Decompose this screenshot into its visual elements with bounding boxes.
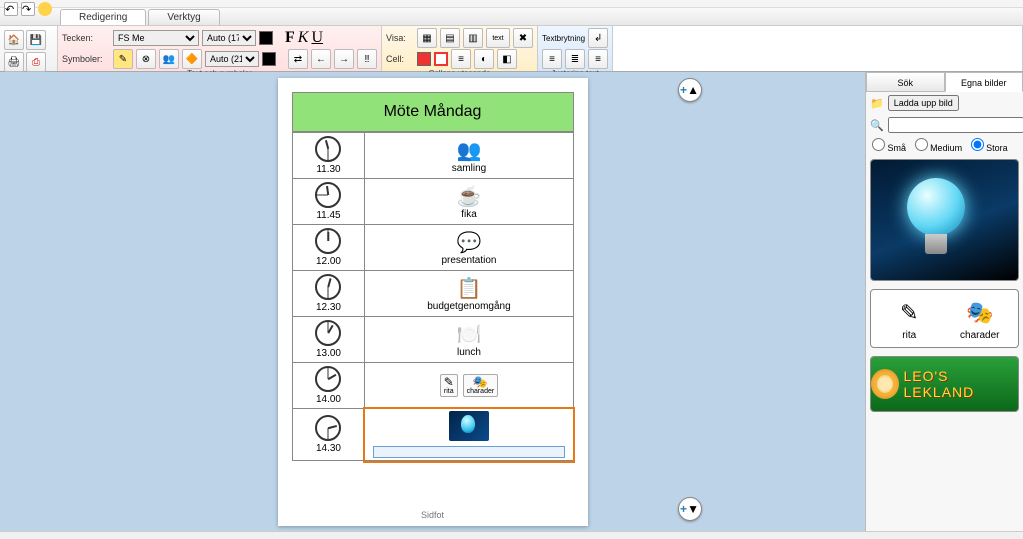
charader-icon: 🎭: [948, 296, 1013, 330]
add-row-bottom-button[interactable]: +▼: [678, 497, 702, 521]
table-row: 14.00 ✎rita 🎭charader: [292, 363, 573, 409]
save-icon[interactable]: 💾: [26, 30, 46, 50]
clock-icon: [315, 274, 341, 300]
budget-icon: 📋: [367, 276, 570, 301]
italic-button[interactable]: K: [298, 29, 309, 47]
cell-label: Cell:: [386, 54, 414, 64]
size-medium-radio[interactable]: [915, 138, 928, 151]
sym-btn-2[interactable]: ⊗: [136, 49, 156, 69]
presentation-icon: 💬: [367, 230, 570, 255]
format-icon[interactable]: ‼: [357, 49, 377, 69]
fika-icon: ☕: [367, 184, 570, 209]
cell-shape-icon[interactable]: ◐: [474, 49, 494, 69]
image-card-lekland[interactable]: LEO'S LEKLAND: [870, 356, 1019, 412]
visa-text-icon[interactable]: text: [486, 28, 510, 48]
add-row-top-button[interactable]: +▲: [678, 78, 702, 102]
status-bar: [0, 531, 1023, 539]
clock-icon: [315, 366, 341, 392]
bold-button[interactable]: F: [285, 29, 295, 47]
clock-icon: [315, 415, 341, 441]
ribbon: 🏠 💾 🖨 ⎙ 📄 Arkiv Tecken: FS Me Auto (17) …: [0, 26, 1023, 72]
size-radio-group: Små Medium Stora: [866, 136, 1023, 155]
symsize-select[interactable]: Auto (21): [205, 51, 259, 67]
workspace-canvas[interactable]: Möte Måndag 11.30👥samling 11.45☕fika 12.…: [0, 72, 865, 531]
page-title[interactable]: Möte Måndag: [292, 92, 574, 132]
arrow-left-icon[interactable]: ←: [311, 49, 331, 69]
tab-verktyg[interactable]: Verktyg: [148, 9, 219, 25]
lunch-icon: 🍽️: [367, 322, 570, 347]
align-left-icon[interactable]: ≡: [542, 49, 562, 69]
cell-text-input[interactable]: [373, 446, 564, 458]
visa-2-icon[interactable]: ▤: [440, 28, 460, 48]
sym-btn-1[interactable]: ✎: [113, 49, 133, 69]
document-page[interactable]: Möte Måndag 11.30👥samling 11.45☕fika 12.…: [278, 78, 588, 526]
print-icon[interactable]: 🖨: [4, 52, 24, 72]
align-center-icon[interactable]: ≣: [565, 49, 585, 69]
size-small-radio[interactable]: [872, 138, 885, 151]
textwrap-icon[interactable]: ↲: [588, 28, 608, 48]
lion-icon: [871, 369, 899, 399]
cell-fill-swatch[interactable]: [417, 52, 431, 66]
tecken-label: Tecken:: [62, 33, 110, 43]
chip-rita: ✎rita: [440, 374, 458, 397]
info-icon[interactable]: [38, 2, 52, 16]
cell-border-style-icon[interactable]: ≡: [451, 49, 471, 69]
chip-charader: 🎭charader: [463, 374, 499, 397]
cell-effect-icon[interactable]: ◧: [497, 49, 517, 69]
rita-icon: ✎: [877, 296, 942, 330]
visa-clear-icon[interactable]: ✖: [513, 28, 533, 48]
text-color-swatch[interactable]: [259, 31, 273, 45]
home-icon[interactable]: 🏠: [4, 30, 24, 50]
clock-icon: [315, 182, 341, 208]
right-panel: Sök Egna bilder 📁 Ladda upp bild 🔍 × Små…: [865, 72, 1023, 531]
arrow-swap-icon[interactable]: ⇄: [288, 49, 308, 69]
image-card-rita-charader[interactable]: ✎rita 🎭charader: [870, 289, 1019, 348]
cell-border-swatch[interactable]: [434, 52, 448, 66]
sym-btn-4[interactable]: 🔶: [182, 49, 202, 69]
sym-btn-3[interactable]: 👥: [159, 49, 179, 69]
upload-button[interactable]: Ladda upp bild: [888, 95, 959, 111]
schedule-table: 11.30👥samling 11.45☕fika 12.00💬presentat…: [292, 132, 574, 461]
search-icon: 🔍: [870, 119, 884, 132]
redo-icon[interactable]: ↷: [21, 2, 35, 16]
clock-icon: [315, 136, 341, 162]
samling-icon: 👥: [367, 138, 570, 163]
tab-egna-bilder[interactable]: Egna bilder: [945, 72, 1023, 92]
tab-sok[interactable]: Sök: [866, 72, 945, 92]
image-search-input[interactable]: [888, 117, 1023, 133]
visa-1-icon[interactable]: ▦: [417, 28, 437, 48]
image-card-bulb[interactable]: [870, 159, 1019, 281]
arrow-right-icon[interactable]: →: [334, 49, 354, 69]
selected-cell[interactable]: [365, 409, 573, 461]
clock-icon: [315, 228, 341, 254]
textwrap-label: Textbrytning: [542, 34, 585, 43]
size-large-radio[interactable]: [971, 138, 984, 151]
window-titlebar: [0, 0, 1023, 8]
undo-icon[interactable]: ↶: [4, 2, 18, 16]
inserted-image-thumb[interactable]: [449, 411, 489, 441]
table-row: 13.00🍽️lunch: [292, 317, 573, 363]
font-select[interactable]: FS Me: [113, 30, 199, 46]
upload-folder-icon[interactable]: 📁: [870, 97, 884, 110]
table-row: 11.30👥samling: [292, 133, 573, 179]
visa-label: Visa:: [386, 33, 414, 43]
table-row: 11.45☕fika: [292, 179, 573, 225]
visa-3-icon[interactable]: ▥: [463, 28, 483, 48]
fontsize-select[interactable]: Auto (17): [202, 30, 256, 46]
page-footer[interactable]: Sidfot: [278, 510, 588, 520]
table-row: 14.30: [292, 409, 573, 461]
tab-redigering[interactable]: Redigering: [60, 9, 146, 25]
table-row: 12.30📋budgetgenomgång: [292, 271, 573, 317]
underline-button[interactable]: U: [311, 29, 323, 47]
main-tabstrip: ↶ ↷ Redigering Verktyg: [0, 8, 1023, 26]
sym-color-swatch[interactable]: [262, 52, 276, 66]
symboler-label: Symboler:: [62, 54, 110, 64]
table-row: 12.00💬presentation: [292, 225, 573, 271]
clock-icon: [315, 320, 341, 346]
lightbulb-icon: [907, 178, 965, 256]
pdf-icon[interactable]: ⎙: [26, 52, 46, 72]
align-right-icon[interactable]: ≡: [588, 49, 608, 69]
